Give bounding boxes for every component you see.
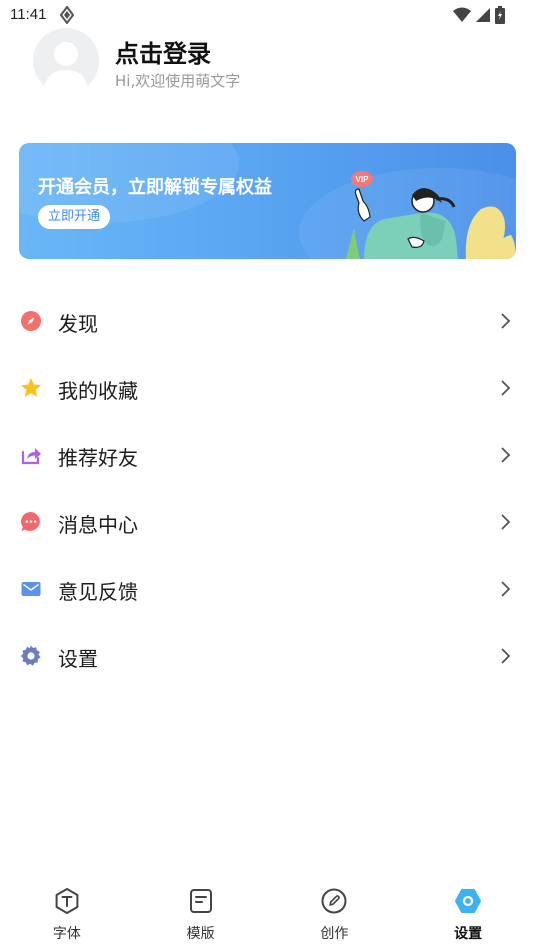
- vip-badge: VIP: [351, 171, 373, 187]
- chevron-right-icon: [501, 313, 511, 329]
- profile-header[interactable]: 点击登录 Hi,欢迎使用萌文字: [0, 28, 535, 98]
- menu-label: 发现: [58, 312, 98, 336]
- tab-label: 模版: [186, 926, 215, 942]
- battery-icon: [495, 6, 505, 28]
- chevron-right-icon: [501, 514, 511, 530]
- menu-label: 推荐好友: [58, 446, 138, 470]
- menu-label: 设置: [58, 647, 98, 671]
- template-icon: [189, 889, 212, 913]
- tab-font[interactable]: 字体: [0, 880, 134, 951]
- vip-title: 开通会员，立即解锁专属权益: [38, 177, 272, 198]
- chevron-right-icon: [501, 447, 511, 463]
- mail-icon: [21, 582, 41, 596]
- welcome-subtitle: Hi,欢迎使用萌文字: [115, 72, 241, 90]
- vip-banner[interactable]: 开通会员，立即解锁专属权益 立即开通 VIP: [19, 143, 516, 259]
- settings-hex-icon: [455, 889, 482, 913]
- menu-list: 发现 我的收藏 推荐好友 消息中心 意见反馈 设置: [0, 288, 535, 690]
- app-notification-icon: [59, 5, 75, 28]
- menu-item-settings[interactable]: 设置: [0, 623, 535, 690]
- chevron-right-icon: [501, 380, 511, 396]
- star-icon: [21, 378, 41, 397]
- wifi-icon: [453, 7, 471, 27]
- bottom-tab-bar: 字体 模版 创作 设置: [0, 880, 535, 951]
- tab-label: 设置: [454, 926, 483, 942]
- tab-template[interactable]: 模版: [134, 880, 268, 951]
- menu-label: 意见反馈: [58, 580, 138, 604]
- open-vip-button[interactable]: 立即开通: [38, 205, 111, 229]
- compass-icon: [21, 311, 41, 331]
- message-icon: [20, 511, 40, 532]
- chevron-right-icon: [501, 648, 511, 664]
- tab-label: 创作: [320, 926, 349, 942]
- svg-text:VIP: VIP: [356, 175, 370, 184]
- pen-icon: [321, 888, 347, 914]
- vip-illustration: VIP: [346, 171, 516, 259]
- chevron-right-icon: [501, 581, 511, 597]
- menu-label: 消息中心: [58, 513, 138, 537]
- tab-settings[interactable]: 设置: [401, 880, 535, 951]
- menu-item-discover[interactable]: 发现: [0, 288, 535, 355]
- menu-label: 我的收藏: [58, 379, 138, 403]
- tab-create[interactable]: 创作: [268, 880, 402, 951]
- status-time: 11:41: [10, 6, 47, 23]
- gear-icon: [20, 645, 41, 666]
- menu-item-recommend-friends[interactable]: 推荐好友: [0, 422, 535, 489]
- signal-icon: [475, 7, 491, 27]
- menu-item-feedback[interactable]: 意见反馈: [0, 556, 535, 623]
- login-title[interactable]: 点击登录: [115, 34, 211, 69]
- share-icon: [21, 448, 41, 465]
- menu-item-favorites[interactable]: 我的收藏: [0, 355, 535, 422]
- tab-label: 字体: [52, 926, 81, 942]
- status-bar: 11:41: [0, 0, 535, 30]
- default-avatar-icon: [43, 42, 89, 94]
- avatar[interactable]: [33, 28, 99, 94]
- menu-item-messages[interactable]: 消息中心: [0, 489, 535, 556]
- font-icon: [55, 888, 79, 914]
